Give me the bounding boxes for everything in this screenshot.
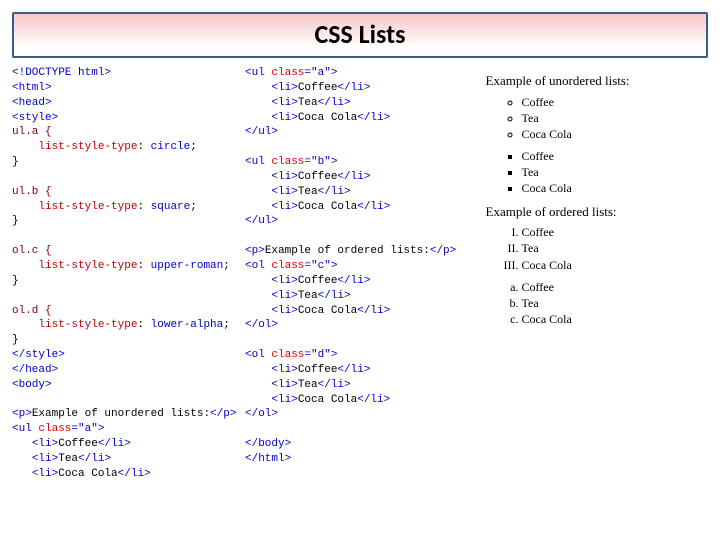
- code-brace: }: [12, 215, 19, 227]
- output-ol-alpha: Coffee Tea Coca Cola: [486, 279, 709, 328]
- code-prop: list-style-type: [38, 260, 137, 272]
- code-line: <html>: [12, 82, 52, 94]
- list-item: Coca Cola: [522, 126, 709, 142]
- output-ol-roman: Coffee Tea Coca Cola: [486, 224, 709, 273]
- list-item: Tea: [522, 110, 709, 126]
- output-ul-circle: Coffee Tea Coca Cola: [486, 94, 709, 143]
- output-heading-unordered: Example of unordered lists:: [486, 72, 709, 90]
- code-ol: <ol: [245, 349, 271, 361]
- list-item: Coca Cola: [522, 311, 709, 327]
- list-item: Coffee: [522, 224, 709, 240]
- list-item: Coffee: [522, 148, 709, 164]
- code-selector: ol.d {: [12, 305, 52, 317]
- code-val: upper-roman: [151, 260, 224, 272]
- output-column: Example of unordered lists: Coffee Tea C…: [486, 66, 709, 524]
- list-item: Tea: [522, 240, 709, 256]
- output-ul-square: Coffee Tea Coca Cola: [486, 148, 709, 197]
- code-line: <head>: [12, 97, 52, 109]
- code-line: <style>: [12, 112, 58, 124]
- code-selector: ul.b {: [12, 186, 52, 198]
- code-line: <!DOCTYPE html>: [12, 67, 111, 79]
- code-column-middle: <ul class="a"> <li>Coffee</li> <li>Tea</…: [245, 66, 468, 524]
- content-columns: <!DOCTYPE html> <html> <head> <style> ul…: [12, 66, 708, 524]
- list-item: Coca Cola: [522, 180, 709, 196]
- list-item: Tea: [522, 164, 709, 180]
- code-brace: }: [12, 156, 19, 168]
- code-line: </style>: [12, 349, 65, 361]
- code-prop: list-style-type: [38, 319, 137, 331]
- list-item: Coffee: [522, 279, 709, 295]
- code-brace: }: [12, 334, 19, 346]
- code-selector: ul.a {: [12, 126, 52, 138]
- code-prop: list-style-type: [38, 201, 137, 213]
- code-selector: ol.c {: [12, 245, 52, 257]
- code-ul: <ul: [12, 423, 38, 435]
- list-item: Coffee: [522, 94, 709, 110]
- code-val: circle: [151, 141, 191, 153]
- code-val: square: [151, 201, 191, 213]
- code-p-open: <p>: [12, 408, 32, 420]
- code-ul: <ul: [245, 156, 271, 168]
- code-column-left: <!DOCTYPE html> <html> <head> <style> ul…: [12, 66, 227, 524]
- code-ol: <ol: [245, 260, 271, 272]
- code-text: Example of unordered lists:: [32, 408, 210, 420]
- code-line: <body>: [12, 379, 52, 391]
- code-val: lower-alpha: [151, 319, 224, 331]
- list-item: Coca Cola: [522, 257, 709, 273]
- title-banner: CSS Lists: [12, 12, 708, 58]
- output-heading-ordered: Example of ordered lists:: [486, 203, 709, 221]
- list-item: Tea: [522, 295, 709, 311]
- page-title: CSS Lists: [14, 18, 706, 50]
- code-line: </head>: [12, 364, 58, 376]
- code-ul: <ul: [245, 67, 271, 79]
- code-prop: list-style-type: [38, 141, 137, 153]
- code-brace: }: [12, 275, 19, 287]
